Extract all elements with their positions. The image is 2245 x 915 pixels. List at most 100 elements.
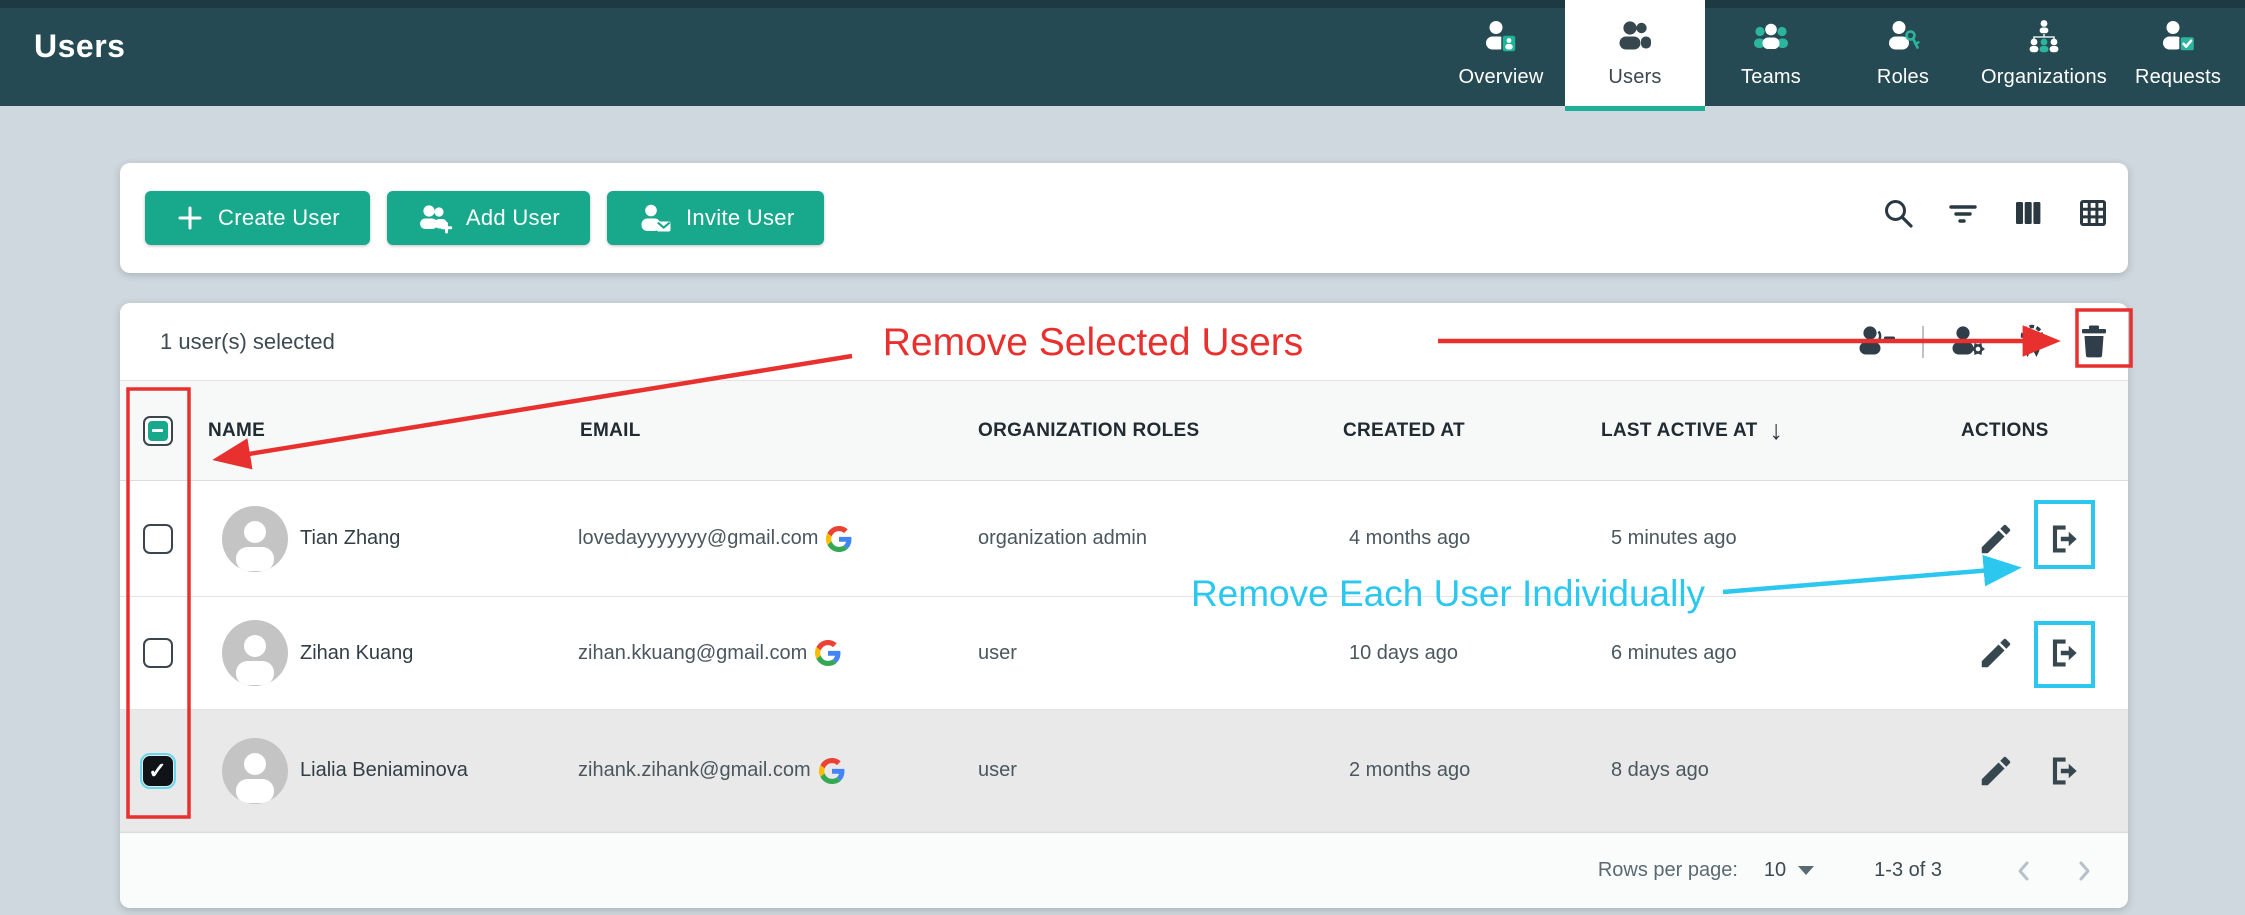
table-row: Tian Zhang lovedayyyyyyy@gmail.com organ… (120, 481, 2128, 597)
table-header-row: NAME EMAIL ORGANIZATION ROLES CREATED AT… (120, 381, 2128, 481)
actions-cell (1920, 634, 2128, 672)
grid-icon[interactable] (2076, 196, 2110, 230)
selection-count: 1 user(s) selected (160, 329, 335, 355)
button-label: Invite User (686, 205, 794, 231)
row-select-cell (120, 638, 195, 668)
last-active-cell: 6 minutes ago (1565, 642, 1920, 665)
role-cell: organization admin (950, 527, 1310, 550)
row-checkbox[interactable] (143, 524, 173, 554)
checkbox-fill (148, 421, 168, 441)
previous-page-button[interactable] (2004, 851, 2044, 891)
user-email: zihan.kkuang@gmail.com (578, 642, 807, 665)
header-roles[interactable]: ORGANIZATION ROLES (950, 420, 1310, 442)
table-row: Zihan Kuang zihan.kkuang@gmail.com user … (120, 597, 2128, 710)
check-icon: ✓ (148, 760, 166, 782)
tab-requests[interactable]: Requests (2119, 0, 2237, 106)
actions-cell (1920, 520, 2128, 558)
search-icon[interactable] (1881, 196, 1915, 230)
remove-user-icon[interactable] (1854, 322, 1898, 362)
avatar (222, 738, 288, 804)
tab-teams[interactable]: Teams (1705, 0, 1837, 106)
users-table-card: 1 user(s) selected (120, 303, 2128, 908)
delete-icon[interactable] (2074, 322, 2114, 362)
org-tree-icon (2024, 17, 2064, 57)
header-last-active[interactable]: LAST ACTIVE AT ↓ (1565, 417, 1920, 444)
user-check-icon (2158, 17, 2198, 57)
header-created[interactable]: CREATED AT (1310, 420, 1565, 442)
user-badge-icon (1481, 17, 1521, 57)
select-all-checkbox[interactable] (143, 416, 173, 446)
filter-icon[interactable] (1946, 196, 1980, 230)
invite-user-button[interactable]: Invite User (607, 191, 824, 245)
create-user-button[interactable]: Create User (145, 191, 370, 245)
person-icon (222, 738, 288, 804)
pagination-range: 1-3 of 3 (1874, 859, 1942, 882)
person-icon (222, 506, 288, 572)
last-active-cell: 8 days ago (1565, 759, 1920, 782)
avatar (222, 620, 288, 686)
tab-overview[interactable]: Overview (1437, 0, 1565, 106)
select-all-cell (120, 416, 195, 446)
indeterminate-dash (152, 429, 163, 433)
person-icon (222, 620, 288, 686)
rows-per-page-select[interactable]: 10 (1764, 859, 1814, 882)
tab-label: Roles (1877, 66, 1929, 89)
google-icon (815, 640, 841, 666)
role-cell: user (950, 642, 1310, 665)
row-checkbox[interactable] (143, 638, 173, 668)
teams-icon (1751, 17, 1791, 57)
email-cell: zihank.zihank@gmail.com (570, 758, 950, 784)
button-label: Add User (466, 205, 560, 231)
rows-per-page-value: 10 (1764, 859, 1786, 882)
tab-label: Organizations (1981, 66, 2107, 89)
users-icon (1615, 17, 1655, 57)
email-cell: lovedayyyyyyy@gmail.com (570, 526, 950, 552)
caret-down-icon (1798, 866, 1814, 875)
tab-roles[interactable]: Roles (1837, 0, 1969, 106)
rows-per-page-label: Rows per page: (1598, 859, 1738, 882)
invite-user-icon (637, 200, 673, 236)
tab-users[interactable]: Users (1565, 0, 1705, 106)
edit-icon[interactable] (1977, 634, 2015, 672)
remove-user-row-icon[interactable] (2045, 752, 2083, 790)
button-label: Create User (218, 205, 340, 231)
google-icon (819, 758, 845, 784)
next-page-button[interactable] (2064, 851, 2104, 891)
edit-icon[interactable] (1977, 520, 2015, 558)
header-name[interactable]: NAME (195, 420, 570, 442)
tab-label: Overview (1459, 66, 1544, 89)
user-settings-icon[interactable] (1948, 322, 1990, 362)
tab-organizations[interactable]: Organizations (1969, 0, 2119, 106)
user-name: Zihan Kuang (300, 642, 413, 665)
row-select-cell: ✓ (120, 756, 195, 786)
add-user-button[interactable]: Add User (387, 191, 590, 245)
columns-icon[interactable] (2011, 196, 2045, 230)
screen: Users Overview Users Teams (0, 0, 2245, 915)
remove-user-row-icon[interactable] (2045, 634, 2083, 672)
toolbar-card: Create User Add User Invite User (120, 163, 2128, 273)
header-last-active-label: LAST ACTIVE AT (1601, 420, 1758, 442)
avatar (222, 506, 288, 572)
tab-label: Teams (1741, 66, 1801, 89)
row-checkbox[interactable]: ✓ (143, 756, 173, 786)
header-email[interactable]: EMAIL (570, 420, 950, 442)
add-user-icon (417, 200, 453, 236)
created-cell: 2 months ago (1310, 759, 1565, 782)
user-key-icon (1883, 17, 1923, 57)
user-name: Lialia Beniaminova (300, 759, 468, 782)
name-cell: Tian Zhang (195, 506, 570, 572)
remove-user-row-icon[interactable] (2045, 520, 2083, 558)
sort-desc-icon[interactable]: ↓ (1770, 417, 1784, 444)
page-title: Users (34, 28, 125, 65)
table-row: ✓ Lialia Beniaminova zihank.zihank@gmail… (120, 710, 2128, 832)
email-cell: zihan.kkuang@gmail.com (570, 640, 950, 666)
main-nav: Overview Users Teams Roles (1437, 0, 2237, 106)
edit-icon[interactable] (1977, 752, 2015, 790)
toolbar-buttons: Create User Add User Invite User (145, 191, 824, 245)
name-cell: Lialia Beniaminova (195, 738, 570, 804)
google-icon (826, 526, 852, 552)
row-select-cell (120, 524, 195, 554)
user-name: Tian Zhang (300, 527, 400, 550)
created-cell: 10 days ago (1310, 642, 1565, 665)
award-icon[interactable] (2014, 322, 2050, 362)
